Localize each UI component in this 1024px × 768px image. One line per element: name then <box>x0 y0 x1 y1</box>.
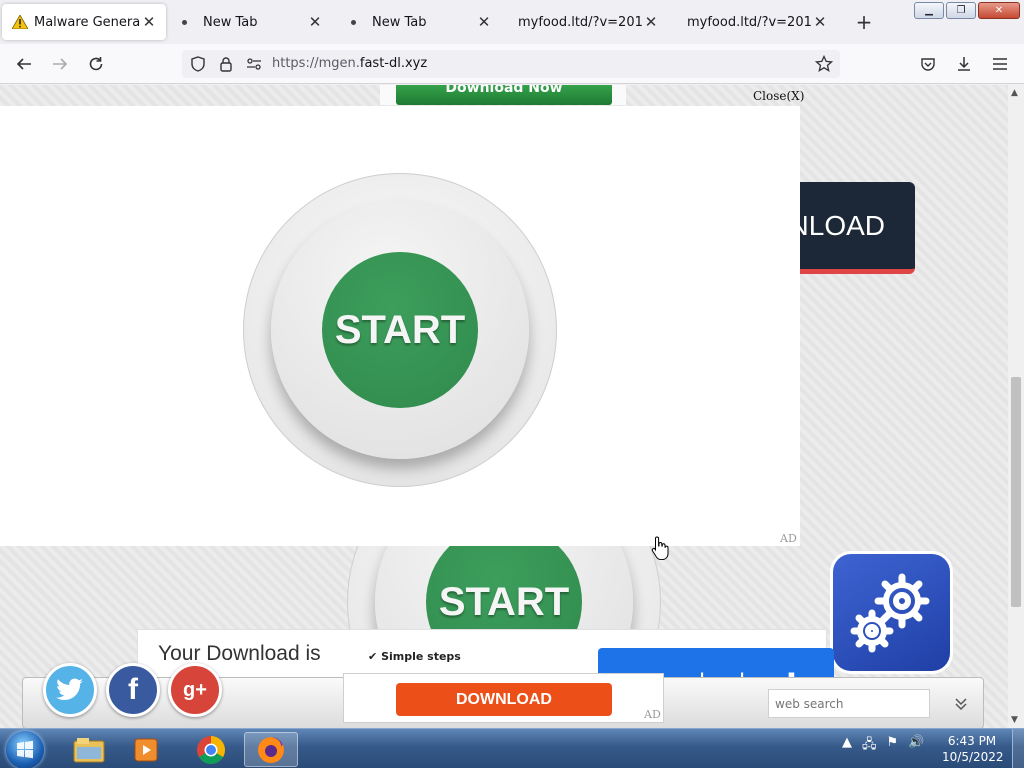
volume-icon[interactable]: 🔊 <box>908 735 924 757</box>
warning-icon <box>12 15 28 29</box>
page-scrollbar[interactable]: ▲ ▼ <box>1008 85 1024 728</box>
tab-close-icon[interactable]: ✕ <box>811 13 829 31</box>
chrome-taskbar-icon[interactable] <box>184 732 238 767</box>
tab-close-icon[interactable]: ✕ <box>642 13 660 31</box>
tab-label: New Tab <box>203 14 258 30</box>
ad-overlay[interactable]: START AD <box>0 106 800 546</box>
facebook-icon: f <box>128 673 138 706</box>
tab-label: myfood.ltd/?v=201710316 <box>518 14 642 30</box>
start-label: START <box>334 307 466 352</box>
windows-start-orb[interactable] <box>6 731 44 768</box>
ad-label: AD <box>780 532 797 545</box>
top-green-download-button[interactable]: Download Now <box>396 85 612 105</box>
simple-steps-item: ✔ Simple steps <box>368 650 461 663</box>
window-close-icon[interactable]: ✕ <box>978 2 1020 19</box>
twitter-icon <box>56 678 83 700</box>
tracking-shield-icon[interactable] <box>186 52 210 76</box>
tab-label: New Tab <box>372 14 427 30</box>
system-tray: ▲ 🖧 ⚑ 🔊 <box>842 735 924 757</box>
windows-taskbar: ▲ 🖧 ⚑ 🔊 6:43 PM 10/5/2022 <box>0 728 1024 768</box>
tab-malware-generator[interactable]: Malware Generator ✕ <box>2 4 166 40</box>
bookmark-star-icon[interactable] <box>812 52 836 76</box>
show-desktop-button[interactable] <box>1012 729 1024 768</box>
tab-new-tab-1[interactable]: New Tab ✕ <box>172 4 332 40</box>
start-button[interactable]: START <box>243 173 557 487</box>
downloads-icon[interactable] <box>952 52 976 76</box>
taskbar-clock[interactable]: 6:43 PM 10/5/2022 <box>942 733 1004 765</box>
tab-myfood-2[interactable]: myfood.ltd/?v=201710316 ✕ <box>677 4 837 40</box>
firefox-taskbar-icon[interactable] <box>244 732 298 767</box>
google-plus-icon: g+ <box>183 678 207 701</box>
url-bar[interactable]: https://mgen.fast-dl.xyz <box>182 50 840 78</box>
google-plus-button[interactable]: g+ <box>168 663 222 717</box>
simple-steps-label: Simple steps <box>381 650 461 663</box>
web-search-input[interactable] <box>768 689 930 718</box>
url-host: fast-dl.xyz <box>359 56 428 71</box>
close-ad-link[interactable]: Close(X) <box>753 89 804 103</box>
clock-time: 6:43 PM <box>947 734 997 748</box>
tray-expand-icon[interactable]: ▲ <box>842 735 852 757</box>
back-arrow-icon[interactable] <box>12 52 36 76</box>
reload-icon[interactable] <box>84 52 108 76</box>
tab-close-icon[interactable]: ✕ <box>140 13 158 31</box>
explorer-taskbar-icon[interactable] <box>62 732 116 767</box>
restore-icon[interactable]: ❐ <box>946 2 976 19</box>
hand-cursor-icon <box>651 536 669 560</box>
network-icon[interactable]: 🖧 <box>862 735 877 757</box>
bottom-ad-label: AD <box>644 708 661 721</box>
scroll-down-icon[interactable]: ▼ <box>1011 715 1018 725</box>
tab-new-tab-2[interactable]: New Tab ✕ <box>341 4 501 40</box>
tab-close-icon[interactable]: ✕ <box>306 13 324 31</box>
gears-icon <box>850 573 929 652</box>
scrollbar-thumb[interactable] <box>1011 377 1021 607</box>
tab-close-icon[interactable]: ✕ <box>475 13 493 31</box>
url-prefix: https://mgen. <box>272 56 360 71</box>
hamburger-menu-icon[interactable] <box>988 52 1012 76</box>
permissions-icon[interactable] <box>242 52 266 76</box>
minimize-icon[interactable]: ▁ <box>914 2 944 19</box>
scroll-up-icon[interactable]: ▲ <box>1011 88 1018 98</box>
background-start-label: START <box>438 579 570 624</box>
navigation-toolbar: https://mgen.fast-dl.xyz <box>0 44 1024 84</box>
your-download-heading: Your Download is <box>158 642 321 665</box>
tab-dot-icon <box>351 19 356 25</box>
windows-logo-icon <box>17 740 33 759</box>
check-icon: ✔ <box>368 650 378 663</box>
pocket-icon[interactable] <box>916 52 940 76</box>
twitter-button[interactable] <box>43 663 97 717</box>
tab-label: myfood.ltd/?v=201710316 <box>687 14 811 30</box>
forward-arrow-icon[interactable] <box>48 52 72 76</box>
bottom-ad-box: DOWNLOAD AD <box>343 673 664 723</box>
tab-strip: Malware Generator ✕ New Tab ✕ New Tab ✕ … <box>0 0 1024 44</box>
tab-myfood-1[interactable]: myfood.ltd/?v=201710316 ✕ <box>508 4 668 40</box>
collapse-chevron-icon[interactable] <box>948 690 974 718</box>
tab-label: Malware Generator <box>34 14 140 30</box>
settings-gear-tile[interactable] <box>833 554 950 671</box>
action-center-flag-icon[interactable]: ⚑ <box>887 735 899 757</box>
media-player-taskbar-icon[interactable] <box>120 732 174 767</box>
web-page: Download Now Close(X) NLOAD START START … <box>0 85 1008 728</box>
new-tab-plus-icon[interactable]: + <box>852 10 876 34</box>
window-controls: ▁ ❐ ✕ <box>914 2 1020 19</box>
url-text: https://mgen.fast-dl.xyz <box>272 56 427 71</box>
facebook-button[interactable]: f <box>106 663 160 717</box>
clock-date: 10/5/2022 <box>942 750 1004 764</box>
start-button-green[interactable]: START <box>322 252 478 408</box>
orange-download-button[interactable]: DOWNLOAD <box>396 683 612 716</box>
lock-icon[interactable] <box>214 52 238 76</box>
tab-dot-icon <box>182 19 187 25</box>
